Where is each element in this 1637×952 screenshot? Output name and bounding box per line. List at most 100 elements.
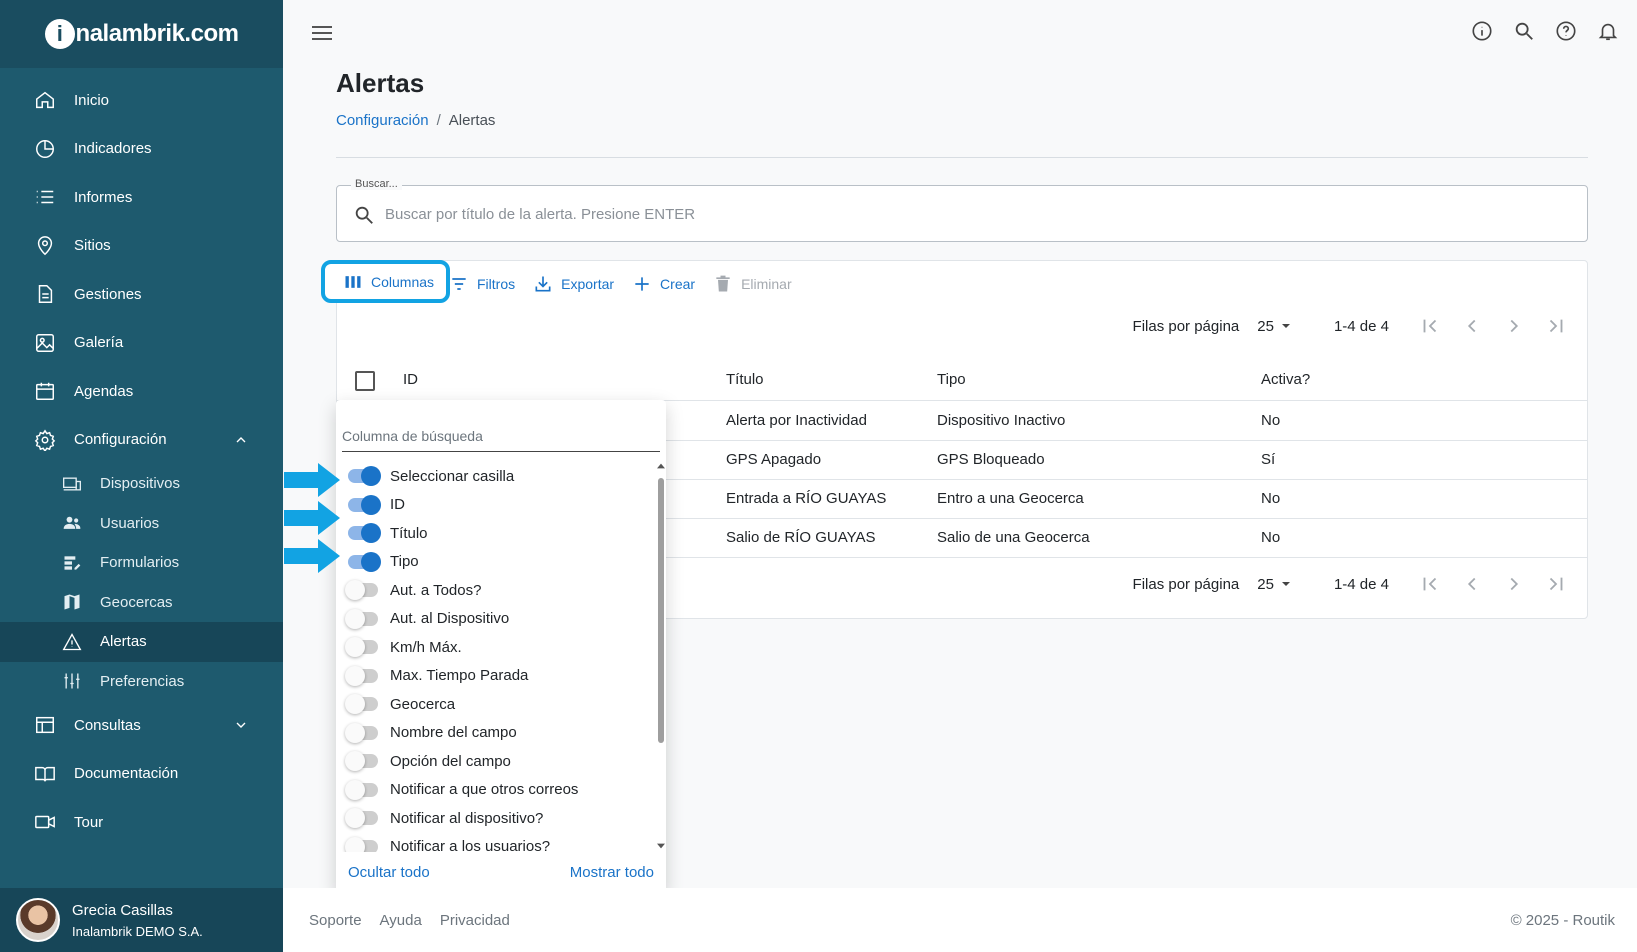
sidebar-item-configuracion[interactable]: Configuración: [0, 416, 283, 465]
column-toggle-row[interactable]: Aut. a Todos?: [336, 576, 656, 605]
sidebar-item-galeria[interactable]: Galería: [0, 319, 283, 368]
column-toggle-row[interactable]: Max. Tiempo Parada: [336, 662, 656, 691]
rows-per-page-select[interactable]: 25: [1257, 318, 1274, 335]
toggle-switch[interactable]: [345, 665, 378, 686]
scroll-thumb[interactable]: [658, 478, 664, 743]
search-box: Buscar...: [336, 178, 1588, 242]
sidebar-item-preferencias[interactable]: Preferencias: [0, 662, 283, 702]
trash-icon: [716, 275, 730, 292]
sidebar-item-geocercas[interactable]: Geocercas: [0, 583, 283, 623]
header-id[interactable]: ID: [403, 371, 418, 388]
previous-page-icon[interactable]: [1461, 315, 1483, 337]
help-icon[interactable]: [1555, 20, 1577, 42]
caret-down-icon[interactable]: [1280, 320, 1292, 332]
sidebar-item-sitios[interactable]: Sitios: [0, 222, 283, 271]
warning-icon: [62, 632, 82, 650]
sidebar-item-agendas[interactable]: Agendas: [0, 367, 283, 416]
toggle-switch[interactable]: [345, 779, 378, 800]
select-all-checkbox[interactable]: [355, 371, 375, 391]
toggle-switch[interactable]: [345, 694, 378, 715]
column-toggle-row[interactable]: Opción del campo: [336, 747, 656, 776]
brand-logo[interactable]: i nalambrik.com: [44, 19, 239, 49]
toggle-switch[interactable]: [348, 466, 381, 487]
column-toggle-row[interactable]: Geocerca: [336, 690, 656, 719]
column-search-input[interactable]: Columna de búsqueda: [342, 420, 660, 452]
columns-button[interactable]: Columnas: [321, 260, 450, 303]
footer-link-privacidad[interactable]: Privacidad: [440, 912, 510, 929]
toggle-switch[interactable]: [348, 551, 381, 572]
page-range: 1-4 de 4: [1333, 575, 1389, 593]
sidebar-item-informes[interactable]: Informes: [0, 173, 283, 222]
toggle-switch[interactable]: [345, 637, 378, 658]
header-active[interactable]: Activa?: [1261, 371, 1310, 388]
sidebar-item-inicio[interactable]: Inicio: [0, 76, 283, 125]
previous-page-icon[interactable]: [1461, 573, 1483, 595]
sidebar-item-usuarios[interactable]: Usuarios: [0, 504, 283, 544]
column-toggle-row[interactable]: Tipo: [336, 548, 656, 577]
rows-per-page-select[interactable]: 25: [1257, 576, 1274, 593]
map-icon: [64, 594, 80, 610]
toggle-switch[interactable]: [345, 808, 378, 829]
header-divider: [336, 157, 1588, 158]
sidebar-item-label: Consultas: [74, 716, 141, 734]
column-toggle-row[interactable]: Km/h Máx.: [336, 633, 656, 662]
toggle-switch[interactable]: [345, 608, 378, 629]
sidebar-item-gestiones[interactable]: Gestiones: [0, 270, 283, 319]
header-title[interactable]: Título: [726, 371, 764, 388]
next-page-icon[interactable]: [1503, 315, 1525, 337]
toggle-switch[interactable]: [345, 580, 378, 601]
last-page-icon[interactable]: [1545, 315, 1567, 337]
column-toggle-row[interactable]: Aut. al Dispositivo: [336, 605, 656, 634]
user-profile[interactable]: Grecia Casillas Inalambrik DEMO S.A.: [0, 888, 283, 952]
export-button[interactable]: Exportar: [533, 274, 614, 294]
first-page-icon[interactable]: [1419, 315, 1441, 337]
column-toggle-row[interactable]: ID: [336, 491, 656, 520]
column-toggle-label: Opción del campo: [390, 752, 511, 770]
last-page-icon[interactable]: [1545, 573, 1567, 595]
caret-down-icon[interactable]: [1280, 578, 1292, 590]
sidebar-item-indicadores[interactable]: Indicadores: [0, 125, 283, 174]
column-toggle-row[interactable]: Notificar al dispositivo?: [336, 804, 656, 833]
scroll-down-icon[interactable]: [656, 842, 666, 850]
toggle-switch[interactable]: [345, 722, 378, 743]
breadcrumb-link-configuracion[interactable]: Configuración: [336, 112, 429, 129]
sidebar-item-formularios[interactable]: Formularios: [0, 543, 283, 583]
hide-all-button[interactable]: Ocultar todo: [348, 864, 430, 881]
column-toggle-row[interactable]: Seleccionar casilla: [336, 462, 656, 491]
delete-button[interactable]: Eliminar: [713, 274, 792, 294]
chevron-down-icon: [236, 722, 246, 729]
hamburger-menu-icon[interactable]: [311, 24, 333, 42]
next-page-icon[interactable]: [1503, 573, 1525, 595]
calendar-icon: [36, 383, 54, 401]
info-icon[interactable]: [1471, 20, 1493, 42]
show-all-button[interactable]: Mostrar todo: [570, 864, 654, 881]
first-page-icon[interactable]: [1419, 573, 1441, 595]
sidebar-item-alertas[interactable]: Alertas: [0, 622, 283, 662]
create-button[interactable]: Crear: [632, 274, 695, 294]
annotation-arrow-icon: [284, 501, 340, 535]
sidebar-item-consultas[interactable]: Consultas: [0, 701, 283, 750]
column-toggle-row[interactable]: Nombre del campo: [336, 719, 656, 748]
toggle-switch[interactable]: [345, 751, 378, 772]
sidebar-item-label: Alertas: [100, 633, 147, 651]
breadcrumb-separator: /: [436, 112, 441, 129]
column-list-scrollbar[interactable]: [654, 462, 666, 850]
sidebar-item-documentacion[interactable]: Documentación: [0, 750, 283, 799]
header-type[interactable]: Tipo: [937, 371, 966, 388]
toggle-switch[interactable]: [348, 494, 381, 515]
scroll-up-icon[interactable]: [656, 462, 666, 470]
footer-link-soporte[interactable]: Soporte: [309, 912, 362, 929]
toggle-switch[interactable]: [348, 523, 381, 544]
sidebar-item-dispositivos[interactable]: Dispositivos: [0, 464, 283, 504]
column-toggle-row[interactable]: Título: [336, 519, 656, 548]
bell-icon[interactable]: [1597, 20, 1619, 42]
column-toggle-row[interactable]: Notificar a que otros correos: [336, 776, 656, 805]
filters-button[interactable]: Filtros: [449, 274, 515, 294]
column-toggle-row[interactable]: Notificar a los usuarios?: [336, 833, 656, 852]
rows-per-page-label: Filas por página: [1132, 317, 1240, 335]
sidebar-item-tour[interactable]: Tour: [0, 798, 283, 847]
footer-link-ayuda[interactable]: Ayuda: [380, 912, 422, 929]
search-icon[interactable]: [1513, 20, 1535, 42]
cell-type: GPS Bloqueado: [937, 451, 1045, 468]
search-input[interactable]: [385, 200, 1565, 228]
